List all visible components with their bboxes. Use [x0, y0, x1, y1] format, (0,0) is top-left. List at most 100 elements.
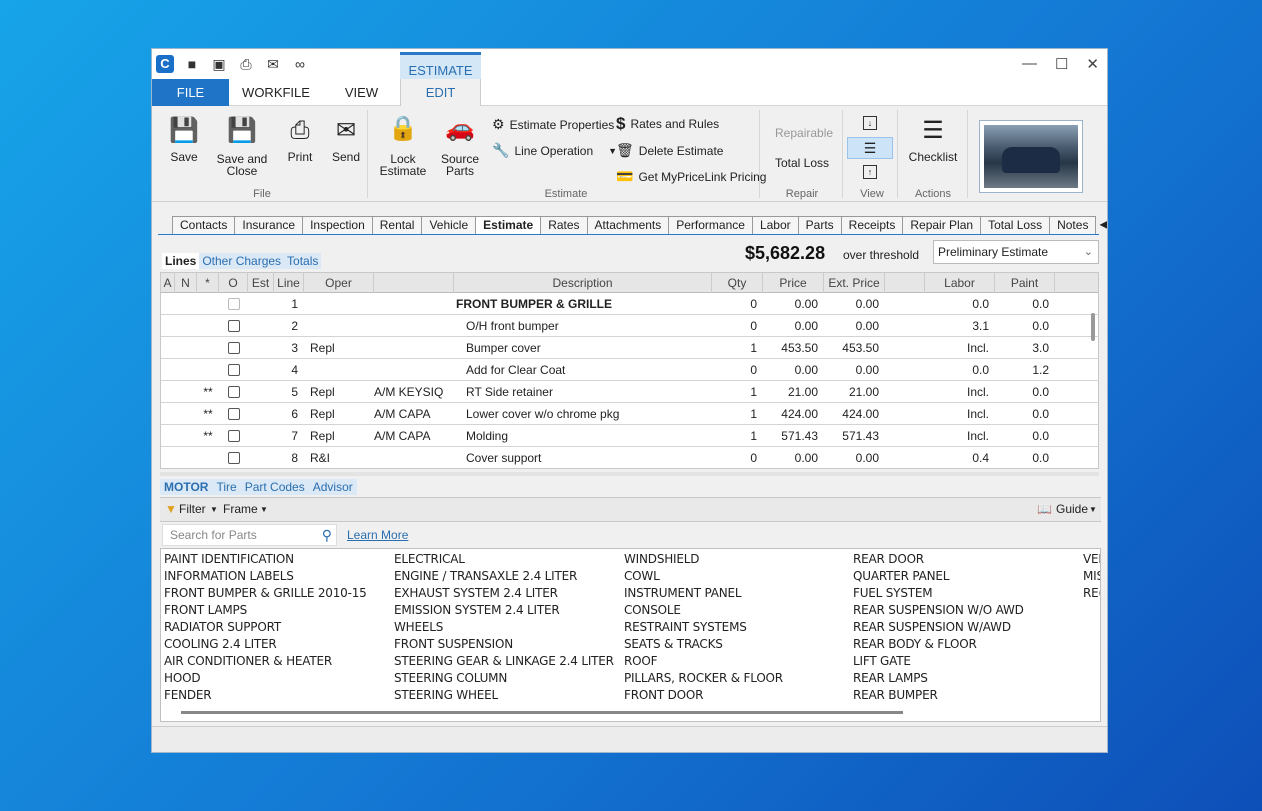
checkbox[interactable]	[227, 408, 240, 421]
checkbox[interactable]	[227, 430, 240, 443]
parts-category-item[interactable]: VEI	[1083, 551, 1100, 568]
row-checkbox[interactable]	[219, 359, 248, 381]
tab-scroll-left-icon[interactable]: ◀	[1095, 216, 1107, 234]
table-row[interactable]: 1 FRONT BUMPER & GRILLE 0 0.00 0.00 0.0 0.0	[161, 293, 1098, 315]
parts-category-item[interactable]: REAR BODY & FLOOR	[853, 636, 1024, 653]
search-icon[interactable]: ⚲	[322, 525, 332, 545]
checkbox[interactable]	[227, 452, 240, 465]
print-button[interactable]: ⎙ Print	[280, 116, 320, 164]
save-close-icon[interactable]: ▣	[210, 55, 228, 73]
header-star[interactable]: *	[197, 273, 219, 293]
parts-category-item[interactable]: LIFT GATE	[853, 653, 1024, 670]
tab-motor[interactable]: MOTOR	[160, 479, 212, 495]
header-est[interactable]: Est	[248, 273, 274, 293]
tab-vehicle[interactable]: Vehicle	[421, 216, 477, 234]
save-button[interactable]: 💾 Save	[164, 116, 204, 164]
menu-file[interactable]: FILE	[152, 79, 229, 106]
header-a[interactable]: A	[161, 273, 175, 293]
tab-total-loss[interactable]: Total Loss	[980, 216, 1051, 234]
checkbox[interactable]	[227, 364, 240, 377]
parts-category-item[interactable]: REAR SUSPENSION W/O AWD	[853, 602, 1024, 619]
parts-category-item[interactable]: FRONT BUMPER & GRILLE 2010-15	[164, 585, 367, 602]
send-button[interactable]: ✉ Send	[326, 116, 366, 164]
parts-category-item[interactable]: ROOF	[624, 653, 783, 670]
parts-category-item[interactable]: ELECTRICAL	[394, 551, 614, 568]
header-supplier[interactable]	[374, 273, 454, 293]
app-logo-icon[interactable]: C	[156, 55, 174, 73]
tab-rental[interactable]: Rental	[371, 216, 423, 234]
tab-tire[interactable]: Tire	[212, 479, 240, 495]
filter-button[interactable]: Filter	[179, 502, 206, 516]
table-row[interactable]: 3 Repl Bumper cover 1 453.50 453.50 Incl. 3.0	[161, 337, 1098, 359]
tab-labor[interactable]: Labor	[751, 216, 799, 234]
checkbox[interactable]	[227, 386, 240, 399]
source-parts-button[interactable]: 🚗 Source Parts	[435, 114, 485, 177]
tab-attachments[interactable]: Attachments	[586, 216, 670, 234]
send-icon[interactable]: ✉	[264, 55, 282, 73]
parts-category-item[interactable]: FRONT SUSPENSION	[394, 636, 614, 653]
get-pricelink-button[interactable]: 💳 Get MyPriceLink Pricing	[616, 168, 766, 185]
parts-category-item[interactable]: HOOD	[164, 670, 367, 687]
parts-category-item[interactable]: STEERING GEAR & LINKAGE 2.4 LITER	[394, 653, 614, 670]
parts-category-item[interactable]: FRONT DOOR	[624, 687, 783, 704]
parts-category-item[interactable]: REAR LAMPS	[853, 670, 1024, 687]
estimate-type-dropdown[interactable]: Preliminary Estimate ⌄	[933, 240, 1099, 264]
tab-part-codes[interactable]: Part Codes	[241, 479, 309, 495]
parts-category-item[interactable]: RE(	[1083, 585, 1100, 602]
subtab-totals[interactable]: Totals	[284, 253, 321, 269]
parts-category-item[interactable]: REAR BUMPER	[853, 687, 1024, 704]
tab-advisor[interactable]: Advisor	[309, 479, 357, 495]
parts-category-item[interactable]: STEERING COLUMN	[394, 670, 614, 687]
row-checkbox[interactable]	[219, 315, 248, 337]
parts-category-item[interactable]: EMISSION SYSTEM 2.4 LITER	[394, 602, 614, 619]
parts-category-item[interactable]: INFORMATION LABELS	[164, 568, 367, 585]
maximize-button[interactable]: ☐	[1055, 55, 1068, 73]
grid-scrollbar[interactable]	[1091, 313, 1095, 341]
checkbox[interactable]	[227, 320, 240, 333]
print-icon[interactable]: ⎙	[237, 55, 255, 73]
header-o[interactable]: O	[219, 273, 248, 293]
parts-category-item[interactable]: WHEELS	[394, 619, 614, 636]
parts-category-item[interactable]: REAR DOOR	[853, 551, 1024, 568]
parts-category-item[interactable]: FUEL SYSTEM	[853, 585, 1024, 602]
checkbox[interactable]	[227, 342, 240, 355]
line-operation-button[interactable]: 🔧 Line Operation ▼	[492, 142, 617, 159]
parts-category-item[interactable]: SEATS & TRACKS	[624, 636, 783, 653]
pane-splitter[interactable]	[160, 472, 1099, 476]
menu-edit[interactable]: EDIT	[400, 79, 481, 107]
parts-category-item[interactable]: RESTRAINT SYSTEMS	[624, 619, 783, 636]
table-row[interactable]: 8 R&I Cover support 0 0.00 0.00 0.4 0.0	[161, 447, 1098, 469]
view-list-icon[interactable]: ☰	[847, 137, 893, 159]
search-parts-input[interactable]: Search for Parts ⚲	[162, 524, 337, 546]
header-price[interactable]: Price	[763, 273, 824, 293]
parts-category-item[interactable]: PILLARS, ROCKER & FLOOR	[624, 670, 783, 687]
tab-repair-plan[interactable]: Repair Plan	[902, 216, 982, 234]
link-icon[interactable]: ∞	[291, 55, 309, 73]
table-row[interactable]: 2 O/H front bumper 0 0.00 0.00 3.1 0.0	[161, 315, 1098, 337]
subtab-lines[interactable]: Lines	[162, 253, 200, 269]
subtab-other-charges[interactable]: Other Charges	[199, 253, 284, 269]
checklist-button[interactable]: ☰ Checklist	[905, 116, 961, 164]
row-checkbox[interactable]	[219, 381, 248, 403]
save-icon[interactable]: ■	[183, 55, 201, 73]
save-and-close-button[interactable]: 💾 Save and Close	[214, 116, 270, 177]
frame-button[interactable]: Frame	[223, 502, 258, 516]
parts-category-item[interactable]: REAR SUSPENSION W/AWD	[853, 619, 1024, 636]
header-description[interactable]: Description	[454, 273, 712, 293]
tab-performance[interactable]: Performance	[668, 216, 753, 234]
learn-more-link[interactable]: Learn More	[347, 528, 408, 542]
table-row[interactable]: 4 Add for Clear Coat 0 0.00 0.00 0.0 1.2	[161, 359, 1098, 381]
row-checkbox[interactable]	[219, 403, 248, 425]
checkbox[interactable]	[227, 298, 240, 311]
total-loss-button[interactable]: Total Loss	[775, 156, 829, 170]
lock-estimate-button[interactable]: 🔒 Lock Estimate	[378, 114, 428, 177]
parts-category-item[interactable]: AIR CONDITIONER & HEATER	[164, 653, 367, 670]
menu-view[interactable]: VIEW	[323, 79, 400, 106]
row-checkbox[interactable]	[219, 447, 248, 469]
parts-category-item[interactable]: EXHAUST SYSTEM 2.4 LITER	[394, 585, 614, 602]
tab-contacts[interactable]: Contacts	[172, 216, 236, 234]
tab-parts[interactable]: Parts	[797, 216, 842, 234]
minimize-button[interactable]: —	[1022, 55, 1037, 73]
tab-insurance[interactable]: Insurance	[234, 216, 304, 234]
parts-category-item[interactable]: PAINT IDENTIFICATION	[164, 551, 367, 568]
